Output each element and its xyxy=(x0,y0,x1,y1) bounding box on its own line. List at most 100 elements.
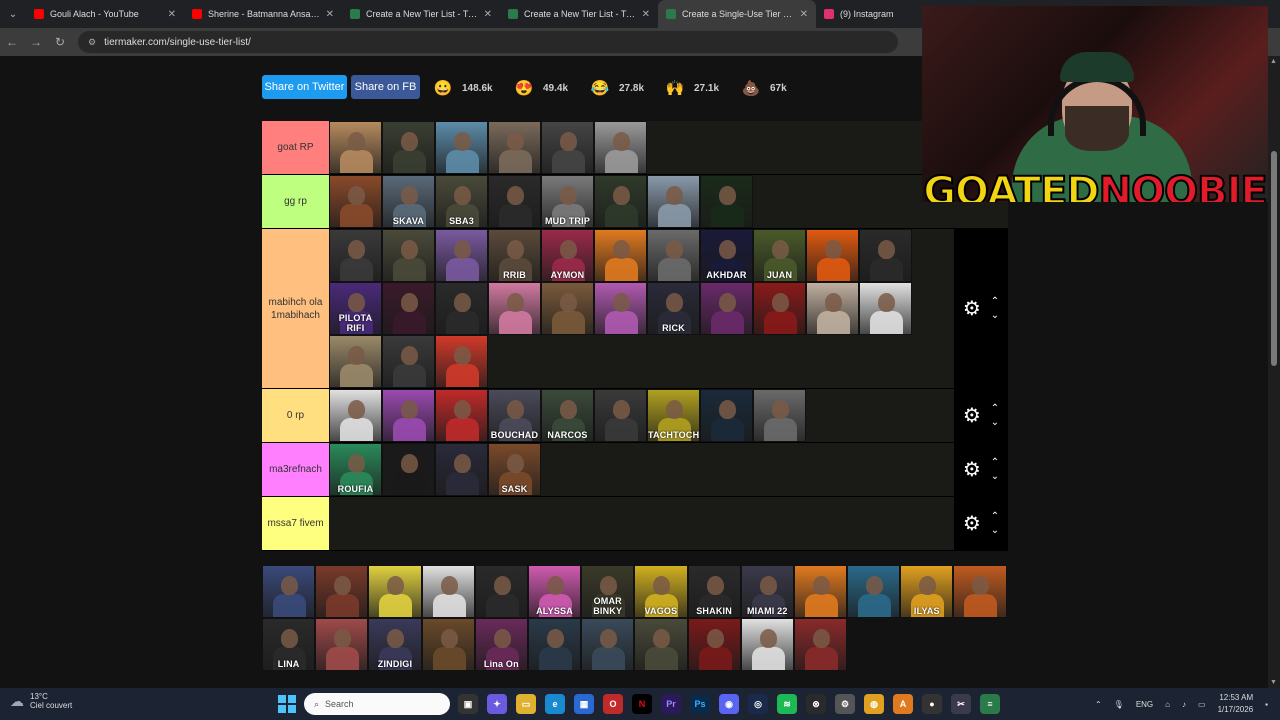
tier-label[interactable]: ma3refnach xyxy=(262,443,329,496)
scroll-up-icon[interactable]: ▲ xyxy=(1270,58,1277,65)
reload-icon[interactable]: ↻ xyxy=(48,35,72,49)
move-down-icon[interactable]: ⌄ xyxy=(991,310,999,321)
character-tile[interactable] xyxy=(953,565,1007,618)
share-twitter-button[interactable]: Share on Twitter xyxy=(262,75,347,99)
tier-settings-icon[interactable]: ⚙ xyxy=(963,457,981,482)
character-tile[interactable] xyxy=(474,565,528,618)
volume-icon[interactable]: ♪ xyxy=(1182,700,1186,709)
file-explorer-icon[interactable]: ▭ xyxy=(516,694,536,714)
tier-label[interactable]: mssa7 fivem xyxy=(262,497,329,550)
reaction-button[interactable]: 😀 148.6k xyxy=(432,76,493,100)
tray-overflow-icon[interactable]: ⌃ xyxy=(1095,700,1102,709)
discord-icon[interactable]: ◉ xyxy=(719,694,739,714)
character-tile[interactable] xyxy=(262,565,316,618)
notepad-icon[interactable]: ≡ xyxy=(980,694,1000,714)
character-tile[interactable] xyxy=(647,229,700,282)
move-up-icon[interactable]: ⌃ xyxy=(991,403,999,414)
character-tile[interactable] xyxy=(329,121,382,174)
character-tile[interactable]: ALYSSA xyxy=(527,565,582,618)
character-tile[interactable] xyxy=(581,618,635,671)
steam-icon[interactable]: ◎ xyxy=(748,694,768,714)
character-tile[interactable] xyxy=(847,565,901,618)
move-down-icon[interactable]: ⌄ xyxy=(991,525,999,536)
character-tile[interactable]: SASK xyxy=(488,443,541,496)
app-icon[interactable]: A xyxy=(893,694,913,714)
character-tile[interactable] xyxy=(740,618,794,671)
page-scrollbar[interactable]: ▲ ▼ xyxy=(1268,56,1280,688)
tier-label[interactable]: mabihch ola 1mabihach xyxy=(262,229,329,388)
character-tile[interactable] xyxy=(435,335,488,388)
scroll-down-icon[interactable]: ▼ xyxy=(1270,679,1277,686)
premiere-icon[interactable]: Pr xyxy=(661,694,681,714)
character-tile[interactable]: JUAN xyxy=(753,229,806,282)
character-tile[interactable] xyxy=(594,389,647,442)
character-tile[interactable]: LINA xyxy=(262,618,316,671)
character-tile[interactable] xyxy=(594,229,647,282)
forward-icon[interactable]: → xyxy=(24,35,48,49)
character-tile[interactable] xyxy=(634,618,688,671)
opera-icon[interactable]: O xyxy=(603,694,623,714)
character-tile[interactable] xyxy=(700,282,753,335)
move-down-icon[interactable]: ⌄ xyxy=(991,417,999,428)
browser-tab[interactable]: Gouli Alach - YouTube ✕ xyxy=(26,0,184,28)
character-tile[interactable]: RICK xyxy=(647,282,700,335)
character-tile[interactable] xyxy=(700,175,753,228)
tier-label[interactable]: 0 rp xyxy=(262,389,329,442)
character-tile[interactable] xyxy=(859,229,912,282)
character-tile[interactable]: MUD TRIP xyxy=(541,175,594,228)
character-tile[interactable] xyxy=(753,389,806,442)
move-up-icon[interactable]: ⌃ xyxy=(991,457,999,468)
character-tile[interactable] xyxy=(647,175,700,228)
store-icon[interactable]: ▦ xyxy=(574,694,594,714)
character-tile[interactable] xyxy=(329,229,382,282)
character-tile[interactable]: Lina On xyxy=(474,618,528,671)
character-tile[interactable] xyxy=(700,389,753,442)
tier-settings-icon[interactable]: ⚙ xyxy=(963,403,981,428)
reaction-button[interactable]: 😍 49.4k xyxy=(513,76,568,100)
character-tile[interactable] xyxy=(488,282,541,335)
character-tile[interactable] xyxy=(435,443,488,496)
copilot-icon[interactable]: ✦ xyxy=(487,694,507,714)
character-tile[interactable] xyxy=(435,229,488,282)
netflix-icon[interactable]: N xyxy=(632,694,652,714)
share-fb-button[interactable]: Share on FB xyxy=(351,75,420,99)
character-tile[interactable] xyxy=(488,121,541,174)
settings-icon[interactable]: ⚙ xyxy=(835,694,855,714)
edge-icon[interactable]: e xyxy=(545,694,565,714)
character-tile[interactable] xyxy=(753,282,806,335)
tab-close-icon[interactable]: ✕ xyxy=(800,9,808,20)
character-tile[interactable] xyxy=(421,565,475,618)
character-tile[interactable] xyxy=(421,618,475,671)
character-tile[interactable] xyxy=(329,175,382,228)
weather-widget[interactable]: ☁ 13°C Ciel couvert xyxy=(10,692,72,710)
character-tile[interactable] xyxy=(687,618,741,671)
character-tile[interactable]: SKAVA xyxy=(382,175,435,228)
tier-settings-icon[interactable]: ⚙ xyxy=(963,511,981,536)
browser-tab[interactable]: Sherine - Batmanna Ansak | شيرين ✕ xyxy=(184,0,342,28)
character-tile[interactable]: AYMON xyxy=(541,229,594,282)
character-tile[interactable] xyxy=(594,175,647,228)
spotify-icon[interactable]: ≋ xyxy=(777,694,797,714)
windows-start-icon[interactable] xyxy=(278,695,296,713)
character-tile[interactable]: MIAMI 22 xyxy=(740,565,794,618)
tab-close-icon[interactable]: ✕ xyxy=(326,9,334,20)
character-tile[interactable] xyxy=(382,389,435,442)
taskbar-search-input[interactable]: ⌕ Search xyxy=(304,693,450,715)
url-input[interactable]: ⚙ tiermaker.com/single-use-tier-list/ xyxy=(78,31,898,53)
character-tile[interactable] xyxy=(435,121,488,174)
move-up-icon[interactable]: ⌃ xyxy=(991,296,999,307)
task-view-icon[interactable]: ▣ xyxy=(458,694,478,714)
character-tile[interactable] xyxy=(435,389,488,442)
character-tile[interactable] xyxy=(368,565,422,618)
character-tile[interactable]: TACHTOCH xyxy=(647,389,700,442)
character-tile[interactable] xyxy=(806,282,859,335)
character-tile[interactable] xyxy=(315,618,369,671)
character-tile[interactable] xyxy=(329,389,382,442)
clock[interactable]: 12:53 AM 1/17/2026 xyxy=(1218,692,1254,716)
language-indicator[interactable]: ENG xyxy=(1136,700,1153,709)
reaction-button[interactable]: 💩 67k xyxy=(740,76,787,100)
character-tile[interactable] xyxy=(315,565,369,618)
snipping-icon[interactable]: ✂ xyxy=(951,694,971,714)
tier-label[interactable]: goat RP xyxy=(262,121,329,174)
obs-icon[interactable]: ● xyxy=(922,694,942,714)
